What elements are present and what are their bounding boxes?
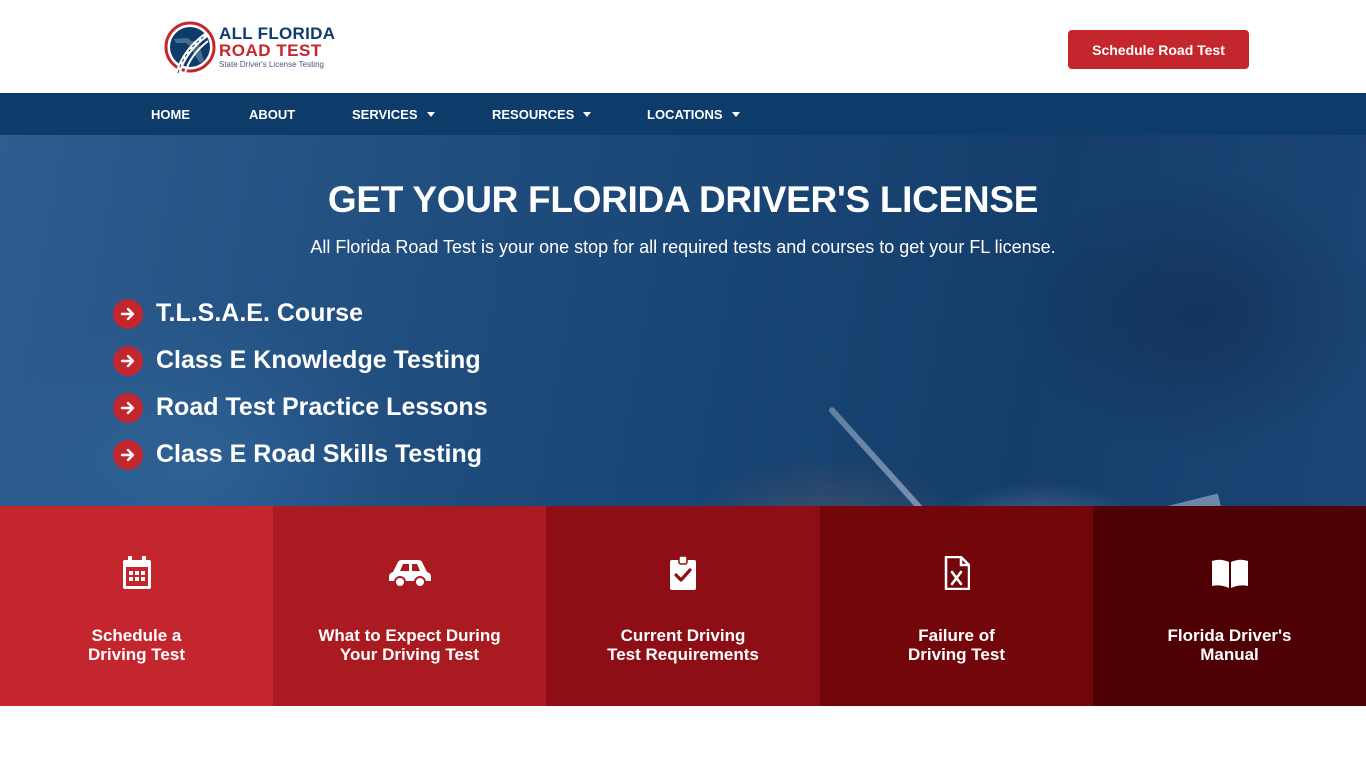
logo-line-2: ROAD TEST <box>219 41 322 60</box>
main-nav: HOME ABOUT SERVICES RESOURCES LOCATIONS <box>0 93 1366 135</box>
nav-item-label: LOCATIONS <box>647 106 723 122</box>
clipboard-check-icon <box>670 556 696 590</box>
nav-item-about[interactable]: ABOUT <box>249 93 295 135</box>
feature-label: T.L.S.A.E. Course <box>156 299 363 327</box>
feature-label: Road Test Practice Lessons <box>156 393 488 421</box>
hero-subtitle: All Florida Road Test is your one stop f… <box>310 237 1056 257</box>
tile-test-requirements[interactable]: Current Driving Test Requirements <box>546 506 820 706</box>
hero-section: GET YOUR FLORIDA DRIVER'S LICENSE All Fl… <box>0 135 1366 506</box>
nav-item-home[interactable]: HOME <box>151 93 190 135</box>
tile-label: What to Expect During Your Driving Test <box>318 626 501 664</box>
tile-label: Failure of Driving Test <box>908 626 1005 664</box>
chevron-down-icon <box>583 112 592 117</box>
site-header: ALL FLORIDA ROAD TEST State Driver's Lic… <box>0 0 1366 93</box>
tile-what-to-expect[interactable]: What to Expect During Your Driving Test <box>273 506 546 706</box>
file-excel-icon <box>944 556 970 590</box>
nav-item-services[interactable]: SERVICES <box>352 93 435 135</box>
feature-label: Class E Road Skills Testing <box>156 440 483 468</box>
book-open-icon <box>1211 556 1249 590</box>
logo-line-1: ALL FLORIDA <box>219 24 336 43</box>
schedule-road-test-button[interactable]: Schedule Road Test <box>1068 30 1249 69</box>
car-icon <box>388 556 431 590</box>
nav-item-resources[interactable]: RESOURCES <box>492 93 592 135</box>
calendar-icon <box>122 556 152 590</box>
chevron-down-icon <box>731 112 740 117</box>
feature-item: Road Test Practice Lessons <box>113 384 488 431</box>
logo-tagline: State Driver's License Testing <box>219 60 324 69</box>
arrow-circle-right-icon <box>113 345 143 376</box>
florida-road-logo-icon <box>164 21 216 74</box>
tile-florida-drivers-manual[interactable]: Florida Driver's Manual <box>1093 506 1366 706</box>
tile-label: Schedule a Driving Test <box>88 626 185 664</box>
nav-item-label: RESOURCES <box>492 106 575 122</box>
feature-item: T.L.S.A.E. Course <box>113 290 488 337</box>
hero-feature-list: T.L.S.A.E. Course Class E Knowledge Test… <box>113 290 488 478</box>
chevron-down-icon <box>426 112 435 117</box>
feature-item: Class E Knowledge Testing <box>113 337 488 384</box>
hero-title: GET YOUR FLORIDA DRIVER'S LICENSE <box>327 179 1039 220</box>
feature-item: Class E Road Skills Testing <box>113 431 488 478</box>
nav-item-label: ABOUT <box>249 106 296 122</box>
nav-item-label: HOME <box>151 106 190 122</box>
tile-failure-of-driving-test[interactable]: Failure of Driving Test <box>820 506 1093 706</box>
arrow-circle-right-icon <box>113 298 143 329</box>
tile-label: Current Driving Test Requirements <box>607 626 759 664</box>
tile-label: Florida Driver's Manual <box>1167 626 1292 664</box>
nav-item-label: SERVICES <box>352 106 418 122</box>
feature-label: Class E Knowledge Testing <box>156 346 481 374</box>
quick-links: Schedule a Driving Test What to Expect D… <box>0 506 1366 706</box>
arrow-circle-right-icon <box>113 439 143 470</box>
site-logo[interactable]: ALL FLORIDA ROAD TEST State Driver's Lic… <box>164 19 339 75</box>
nav-item-locations[interactable]: LOCATIONS <box>647 93 740 135</box>
arrow-circle-right-icon <box>113 392 143 423</box>
tile-schedule-driving-test[interactable]: Schedule a Driving Test <box>0 506 273 706</box>
